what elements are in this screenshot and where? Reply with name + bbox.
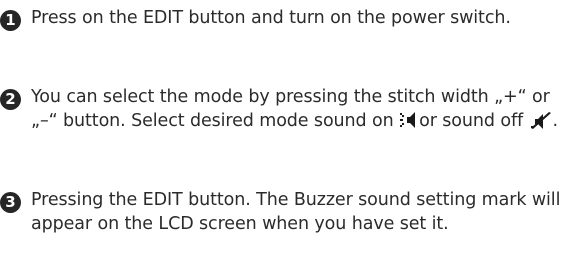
step-3-text: Pressing the EDIT button. The Buzzer sou… <box>31 190 561 234</box>
step-number-1: 1 <box>0 10 21 31</box>
step-2-text-part-2: or sound off <box>419 110 524 131</box>
step-1-text: Press on the EDIT button and turn on the… <box>31 8 511 28</box>
step-2-text: You can select the mode by pressing the … <box>31 86 576 133</box>
step-2-text-part-3: . <box>552 110 559 131</box>
sound-off-icon <box>529 110 553 130</box>
sound-on-icon <box>399 110 419 130</box>
step-number-2: 2 <box>0 89 21 110</box>
instruction-steps: 1 Press on the EDIT button and turn on t… <box>0 0 579 280</box>
step-number-3: 3 <box>0 192 21 213</box>
